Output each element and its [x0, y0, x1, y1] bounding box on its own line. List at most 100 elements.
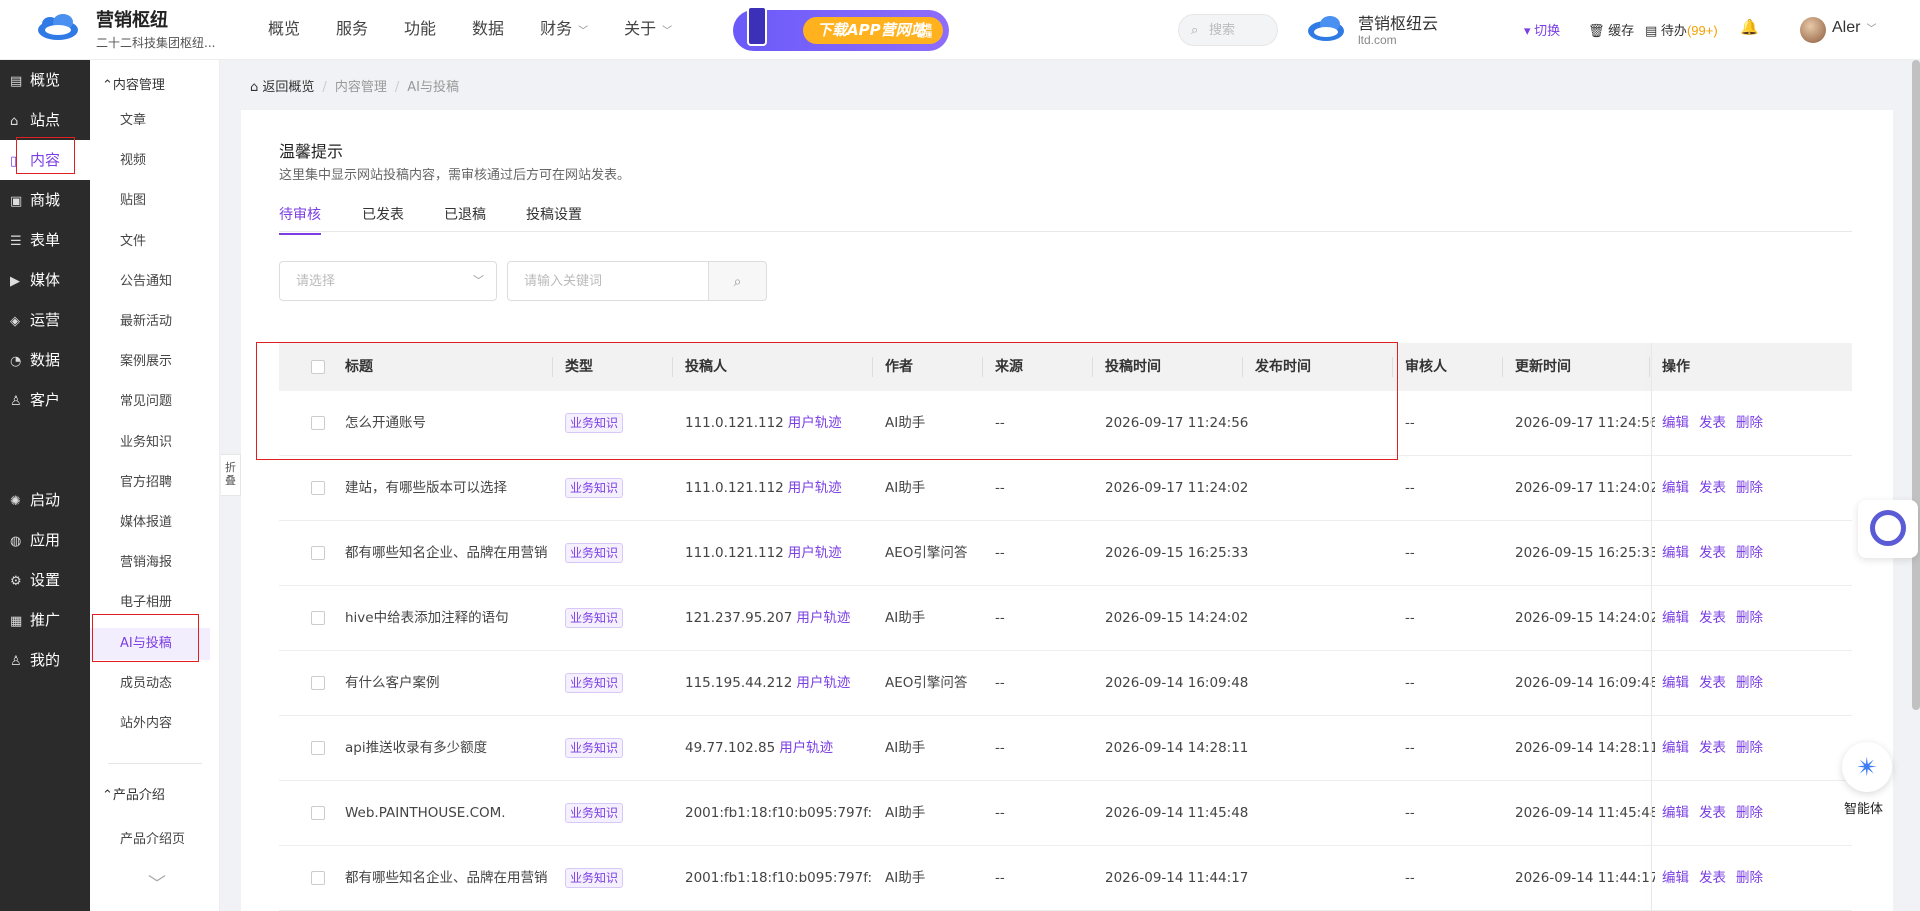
sub-nav-item[interactable]: 最新活动 [90, 306, 210, 338]
row-checkbox[interactable] [311, 546, 325, 560]
bell-icon[interactable]: 🔔 [1740, 18, 1759, 36]
agent-button[interactable]: ✴ [1842, 742, 1892, 792]
top-nav-item[interactable]: 概览 [250, 0, 318, 60]
row-checkbox[interactable] [311, 611, 325, 625]
sub-nav-item[interactable]: 贴图 [90, 185, 210, 217]
user-trace-link[interactable]: 用户轨迹 [796, 610, 850, 626]
sub-nav-item[interactable]: 站外内容 [90, 708, 210, 740]
edit-button[interactable]: 编辑 [1662, 545, 1689, 561]
sub-nav-item[interactable]: 文件 [90, 226, 210, 258]
todo-button[interactable]: ▤ 待办(99+) [1645, 20, 1718, 39]
sidebar-item[interactable]: ◈ 运营 [0, 300, 90, 340]
sidebar-item[interactable]: ⚙ 设置 [0, 560, 90, 600]
top-nav-item[interactable]: 关于 ﹀ [606, 0, 690, 60]
sub-nav-item[interactable]: 营销海报 [90, 547, 210, 579]
sub-nav-item[interactable]: 常见问题 [90, 386, 210, 418]
sidebar-item[interactable]: ♙ 客户 [0, 380, 90, 420]
sidebar-item[interactable]: ⌂ 站点 [0, 100, 90, 140]
sidebar-item[interactable]: ◔ 数据 [0, 340, 90, 380]
switch-button[interactable]: ▾ 切换 [1524, 20, 1560, 39]
sidebar-item[interactable]: ▶ 媒体 [0, 260, 90, 300]
user-trace-link[interactable]: 用户轨迹 [788, 545, 842, 561]
fold-sidebar-button[interactable]: 折叠 [221, 454, 241, 496]
publish-button[interactable]: 发表 [1699, 415, 1726, 431]
sidebar-item[interactable]: ◍ 应用 [0, 520, 90, 560]
page-scrollbar[interactable] [1912, 60, 1920, 710]
pie-chart-icon: ◔ [10, 354, 22, 369]
user-menu[interactable]: Aler ﹀ [1832, 19, 1876, 37]
sub-group-content-management[interactable]: ⌃内容管理 [102, 74, 165, 93]
edit-button[interactable]: 编辑 [1662, 610, 1689, 626]
sub-nav-item[interactable]: 产品介绍页 [90, 824, 210, 856]
delete-button[interactable]: 删除 [1736, 805, 1763, 821]
cloud-name[interactable]: 营销枢纽云 [1358, 10, 1438, 34]
sub-group-product-intro[interactable]: ⌃产品介绍 [102, 784, 165, 803]
sidebar-item[interactable]: ☰ 表单 [0, 220, 90, 260]
row-checkbox[interactable] [311, 741, 325, 755]
delete-button[interactable]: 删除 [1736, 675, 1763, 691]
type-select[interactable]: 请选择 ﹀ [279, 261, 497, 301]
edit-button[interactable]: 编辑 [1662, 415, 1689, 431]
tab-item[interactable]: 已发表 [362, 204, 404, 233]
sub-nav-item[interactable]: 官方招聘 [90, 467, 210, 499]
delete-button[interactable]: 删除 [1736, 610, 1763, 626]
user-trace-link[interactable]: 用户轨迹 [796, 675, 850, 691]
search-input[interactable]: ⌕ 搜索 [1178, 14, 1278, 46]
sub-nav-item[interactable]: 成员动态 [90, 668, 210, 700]
tab-item[interactable]: 待审核 [279, 204, 321, 235]
delete-button[interactable]: 删除 [1736, 545, 1763, 561]
brand-logo[interactable] [36, 14, 80, 42]
publish-button[interactable]: 发表 [1699, 610, 1726, 626]
publish-button[interactable]: 发表 [1699, 480, 1726, 496]
publish-button[interactable]: 发表 [1699, 870, 1726, 886]
breadcrumb-home[interactable]: ⌂ 返回概览 [250, 80, 314, 95]
publish-button[interactable]: 发表 [1699, 545, 1726, 561]
top-nav-item[interactable]: 功能 [386, 0, 454, 60]
edit-button[interactable]: 编辑 [1662, 740, 1689, 756]
user-trace-link[interactable]: 用户轨迹 [779, 740, 833, 756]
keyword-input[interactable]: 请输入关键词 [507, 261, 709, 301]
publish-button[interactable]: 发表 [1699, 675, 1726, 691]
download-app-banner[interactable]: 下载APP营网站 微信助理 [733, 6, 949, 51]
sub-nav-item[interactable]: 媒体报道 [90, 507, 210, 539]
sub-nav-item[interactable]: 案例展示 [90, 346, 210, 378]
top-nav-item[interactable]: 财务 ﹀ [522, 0, 606, 60]
sub-nav-item[interactable]: 视频 [90, 145, 210, 177]
tab-item[interactable]: 已退稿 [444, 204, 486, 233]
delete-button[interactable]: 删除 [1736, 415, 1763, 431]
edit-button[interactable]: 编辑 [1662, 870, 1689, 886]
search-button[interactable]: ⌕ [709, 261, 767, 301]
row-checkbox[interactable] [311, 871, 325, 885]
edit-button[interactable]: 编辑 [1662, 805, 1689, 821]
sidebar-item[interactable]: ▦ 推广 [0, 600, 90, 640]
sidebar-item[interactable]: ▣ 商城 [0, 180, 90, 220]
edit-button[interactable]: 编辑 [1662, 675, 1689, 691]
delete-button[interactable]: 删除 [1736, 480, 1763, 496]
delete-button[interactable]: 删除 [1736, 870, 1763, 886]
customer-service-button[interactable] [1858, 500, 1918, 558]
row-checkbox[interactable] [311, 806, 325, 820]
download-app-pill[interactable]: 下载APP营网站 微信助理 [803, 17, 943, 44]
cache-button[interactable]: 🗑 缓存 [1588, 20, 1634, 39]
sidebar-item[interactable]: ✺ 启动 [0, 480, 90, 520]
delete-button[interactable]: 删除 [1736, 740, 1763, 756]
breadcrumb-item[interactable]: 内容管理 [335, 80, 387, 95]
row-checkbox[interactable] [311, 481, 325, 495]
row-checkbox[interactable] [311, 676, 325, 690]
top-nav-item[interactable]: 数据 [454, 0, 522, 60]
sub-nav-item[interactable]: 文章 [90, 105, 210, 137]
sidebar-item[interactable]: ♙ 我的 [0, 640, 90, 680]
tab-item[interactable]: 投稿设置 [526, 204, 582, 233]
edit-button[interactable]: 编辑 [1662, 480, 1689, 496]
avatar[interactable] [1800, 17, 1826, 43]
user-trace-link[interactable]: 用户轨迹 [788, 480, 842, 496]
sub-nav-item[interactable]: 公告通知 [90, 266, 210, 298]
sidebar-item[interactable]: ▤ 概览 [0, 60, 90, 100]
top-nav-item[interactable]: 服务 [318, 0, 386, 60]
video-icon: ▶ [10, 274, 20, 289]
sub-nav-item[interactable]: 业务知识 [90, 427, 210, 459]
row-title: api推送收录有多少额度 [345, 740, 488, 756]
publish-button[interactable]: 发表 [1699, 805, 1726, 821]
publish-button[interactable]: 发表 [1699, 740, 1726, 756]
scroll-down-icon[interactable]: ﹀ [148, 870, 166, 896]
